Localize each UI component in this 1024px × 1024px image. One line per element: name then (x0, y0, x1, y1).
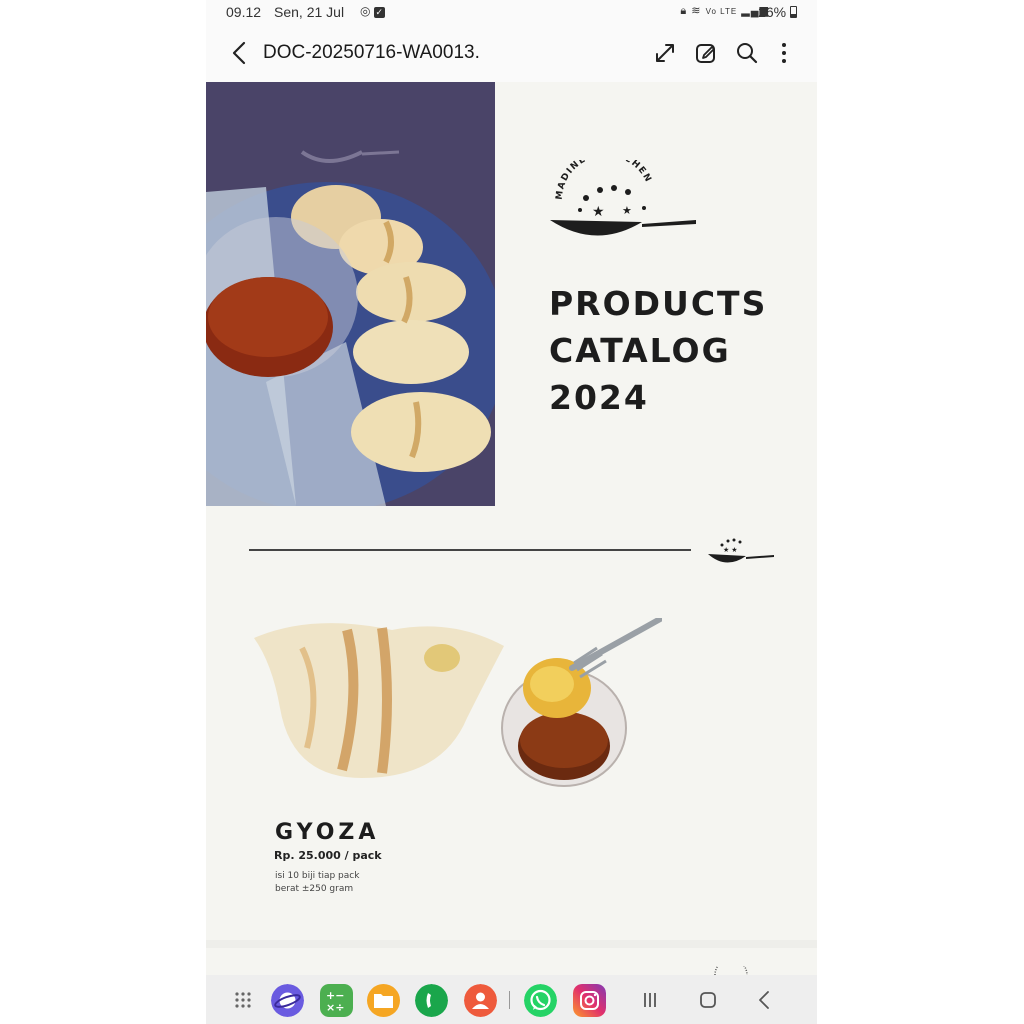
product-description-line-1: isi 10 biji tiap pack (275, 871, 360, 881)
document-page[interactable]: MADINE'S KITCHEN ★ ★ PRODUCTS CATALOG 20… (206, 82, 817, 976)
catalog-title-line-2: CATALOG (549, 331, 731, 370)
instagram-icon[interactable] (573, 984, 606, 1017)
expand-icon[interactable] (652, 40, 678, 66)
more-vert-icon[interactable] (771, 40, 797, 66)
product-description-line-2: berat ±250 gram (275, 884, 354, 894)
calculator-icon[interactable]: +− ×÷ (320, 984, 353, 1017)
my-files-icon[interactable] (367, 984, 400, 1017)
svg-text:MADINE'S KITCHEN: MADINE'S KITCHEN (555, 160, 654, 200)
catalog-title-line-1: PRODUCTS (549, 284, 768, 323)
back-icon[interactable] (752, 987, 778, 1013)
recents-icon[interactable] (637, 987, 663, 1013)
logo-text: MADINE'S KITCHEN (555, 160, 652, 200)
battery-level: 26% (758, 4, 797, 20)
product-name: GYOZA (275, 820, 380, 845)
status-icons-left: ◎ ✓ (360, 4, 385, 18)
wifi-icon: ≋ (691, 5, 702, 17)
volte-icon: Vo LTE (705, 7, 738, 16)
battery-icon (790, 6, 797, 18)
phone-screen: 09.12 Sen, 21 Jul ◎ ✓ 🔒︎ ≋ Vo LTE ▂▄▆ 26… (206, 0, 817, 1024)
page-separator (206, 940, 817, 948)
taskbar: +− ×÷ (206, 975, 817, 1024)
app-drawer-icon[interactable] (232, 989, 254, 1011)
back-arrow-icon[interactable] (226, 39, 252, 67)
edit-icon[interactable] (693, 40, 719, 66)
phone-icon[interactable] (415, 984, 448, 1017)
section-divider (249, 549, 691, 551)
search-icon[interactable] (734, 40, 760, 66)
product-price: Rp. 25.000 / pack (274, 849, 382, 862)
svg-text:★: ★ (592, 203, 605, 219)
lock-icon: 🔒︎ (680, 5, 688, 17)
app-bar: DOC-20250716-WA0013. (206, 26, 817, 82)
status-icons-right: 🔒︎ ≋ Vo LTE ▂▄▆ (680, 4, 769, 18)
madines-kitchen-logo: MADINE'S KITCHEN ★ ★ (550, 160, 696, 236)
samsung-internet-icon[interactable] (271, 984, 304, 1017)
whatsapp-icon[interactable] (524, 984, 557, 1017)
catalog-title: PRODUCTS CATALOG 2024 (549, 280, 767, 421)
contacts-icon[interactable] (464, 984, 497, 1017)
catalog-title-line-3: 2024 (549, 378, 649, 417)
svg-text:★: ★ (622, 205, 632, 217)
svg-text:★ ★: ★ ★ (723, 546, 738, 554)
status-time: 09.12 (226, 4, 262, 20)
battery-text: 26% (758, 4, 787, 20)
gyoza-product-photo (254, 618, 662, 787)
small-kitchen-logo: ★ ★ (708, 538, 774, 563)
document-title: DOC-20250716-WA0013. (263, 42, 480, 63)
checkbox-notification-icon: ✓ (373, 7, 385, 18)
status-bar: 09.12 Sen, 21 Jul ◎ ✓ 🔒︎ ≋ Vo LTE ▂▄▆ 26… (206, 0, 817, 26)
taskbar-separator (509, 991, 510, 1009)
svg-text:×÷: ×÷ (326, 1001, 344, 1014)
hero-gyoza-photo (206, 82, 495, 506)
nfc-icon: ◎ (360, 4, 371, 18)
status-date: Sen, 21 Jul (274, 4, 345, 20)
home-icon[interactable] (695, 987, 721, 1013)
